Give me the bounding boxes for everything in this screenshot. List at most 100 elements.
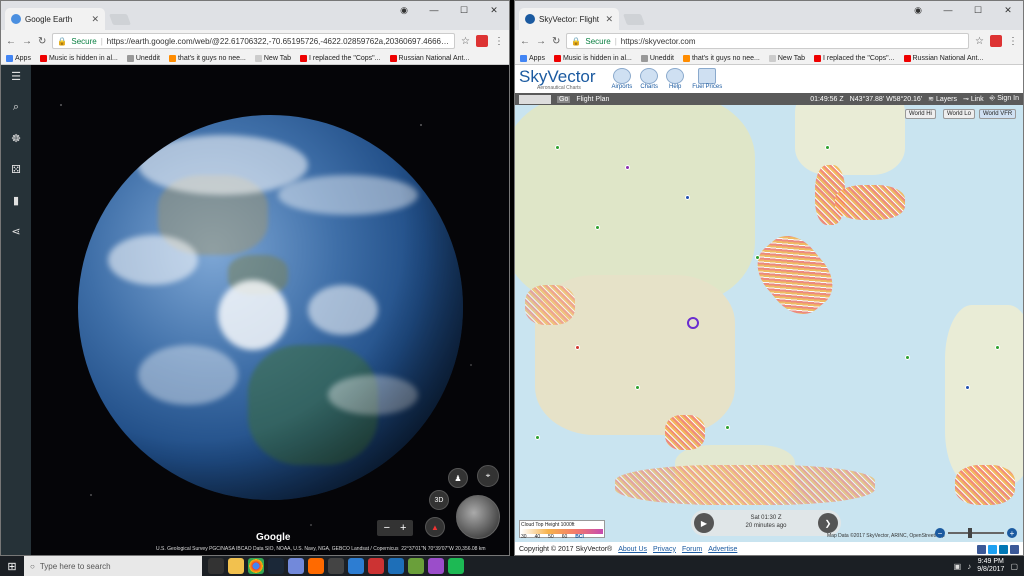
notifications-icon[interactable]: ▢ — [1010, 562, 1018, 571]
bookmark-item[interactable]: Music is hidden in al... — [39, 54, 118, 62]
locate-me-button[interactable]: ⌖ — [477, 465, 499, 487]
facebook-icon[interactable] — [977, 544, 986, 554]
sign-in-button[interactable]: ⎆ Sign In — [990, 95, 1019, 103]
3d-toggle-button[interactable]: 3D — [429, 490, 449, 510]
new-tab-button[interactable] — [622, 14, 646, 25]
chrome-icon[interactable] — [248, 558, 264, 574]
volume-icon[interactable]: ♪ — [967, 562, 971, 571]
bookmark-item[interactable]: that's it guys no nee... — [682, 54, 760, 62]
feeling-lucky-dice-icon[interactable]: ⚄ — [11, 163, 21, 176]
forward-icon[interactable]: → — [536, 36, 546, 47]
nav-help[interactable]: Help — [666, 68, 685, 90]
clock[interactable]: 9:49 PM 9/8/2017 — [977, 558, 1004, 575]
bookmark-item[interactable]: I replaced the "Cops"... — [813, 54, 895, 62]
airport-marker[interactable] — [555, 145, 560, 150]
advertise-link[interactable]: Advertise — [708, 546, 737, 553]
back-icon[interactable]: ← — [6, 36, 16, 47]
forward-icon[interactable]: → — [22, 36, 32, 47]
airport-marker[interactable] — [685, 195, 690, 200]
bookmark-item[interactable]: Russian National Ant... — [903, 54, 983, 62]
steam-icon[interactable] — [268, 558, 284, 574]
bookmark-item[interactable]: New Tab — [768, 54, 805, 62]
reload-icon[interactable]: ↻ — [38, 36, 46, 47]
bookmark-item[interactable]: I replaced the "Cops"... — [299, 54, 381, 62]
my-places-bookmark-icon[interactable]: ▮ — [13, 194, 19, 207]
bookmark-item[interactable]: Russian National Ant... — [389, 54, 469, 62]
menu-icon[interactable]: ⋮ — [1008, 36, 1018, 47]
extension-icon[interactable] — [476, 35, 488, 47]
close-tab-icon[interactable]: ✕ — [91, 14, 99, 25]
layers-button[interactable]: ≋ Layers — [928, 95, 957, 103]
airport-marker[interactable] — [635, 385, 640, 390]
link-button[interactable]: ⊸ Link — [963, 95, 984, 103]
airport-marker[interactable] — [995, 345, 1000, 350]
airport-marker[interactable] — [965, 385, 970, 390]
minimize-button[interactable]: — — [933, 1, 963, 19]
new-tab-button[interactable] — [108, 14, 132, 25]
tab-google-earth[interactable]: Google Earth ✕ — [5, 8, 105, 30]
app-icon[interactable] — [428, 558, 444, 574]
bookmark-item[interactable]: Uneddit — [126, 54, 160, 62]
discord-icon[interactable] — [288, 558, 304, 574]
app-icon[interactable] — [388, 558, 404, 574]
flight-plan-input[interactable] — [519, 94, 551, 104]
star-icon[interactable]: ☆ — [975, 36, 984, 47]
zoom-out-button[interactable]: − — [384, 522, 390, 534]
forum-link[interactable]: Forum — [682, 546, 702, 553]
star-icon[interactable]: ☆ — [461, 36, 470, 47]
menu-icon[interactable]: ☰ — [11, 70, 21, 83]
share-icon[interactable] — [1010, 544, 1019, 554]
zoom-in-button[interactable]: + — [1007, 528, 1017, 538]
maximize-button[interactable]: ☐ — [963, 1, 993, 19]
zoom-in-button[interactable]: + — [400, 522, 406, 534]
chart-world-vfr-button[interactable]: World VFR — [979, 109, 1017, 119]
about-us-link[interactable]: About Us — [618, 546, 647, 553]
user-icon[interactable]: ◉ — [389, 1, 419, 19]
linkedin-icon[interactable] — [999, 544, 1008, 554]
airport-marker[interactable] — [825, 145, 830, 150]
app-icon[interactable] — [348, 558, 364, 574]
bookmark-apps[interactable]: Apps — [6, 54, 31, 62]
user-icon[interactable]: ◉ — [903, 1, 933, 19]
minecraft-icon[interactable] — [408, 558, 424, 574]
skyvector-logo[interactable]: SkyVector Aeronautical Charts — [519, 68, 596, 91]
close-tab-icon[interactable]: ✕ — [605, 14, 613, 25]
compass-icon[interactable]: ▲ — [425, 517, 445, 537]
close-window-button[interactable]: ✕ — [479, 1, 509, 19]
airport-marker[interactable] — [755, 255, 760, 260]
bookmark-item[interactable]: that's it guys no nee... — [168, 54, 246, 62]
tab-skyvector[interactable]: SkyVector: Flight Planning... ✕ — [519, 8, 619, 30]
bookmark-item[interactable]: New Tab — [254, 54, 291, 62]
pegman-icon[interactable]: ♟ — [448, 468, 468, 488]
zoom-thumb[interactable] — [967, 528, 972, 538]
close-window-button[interactable]: ✕ — [993, 1, 1023, 19]
nav-airports[interactable]: Airports — [612, 68, 632, 90]
airport-marker[interactable] — [687, 317, 699, 329]
twitter-icon[interactable] — [988, 544, 997, 554]
privacy-link[interactable]: Privacy — [653, 546, 676, 553]
next-frame-button[interactable]: ❯ — [818, 513, 838, 533]
app-icon[interactable] — [308, 558, 324, 574]
nav-charts[interactable]: Charts — [640, 68, 659, 90]
task-view-icon[interactable] — [208, 558, 224, 574]
bookmark-apps[interactable]: Apps — [520, 54, 545, 62]
nav-fuel-prices[interactable]: Fuel Prices — [692, 68, 722, 90]
search-icon[interactable]: ⌕ — [13, 101, 19, 114]
sectional-map[interactable]: World Hi World Lo World VFR Cloud Top He… — [515, 105, 1023, 542]
airport-marker[interactable] — [625, 165, 630, 170]
network-icon[interactable]: ▣ — [954, 562, 962, 571]
voyager-icon[interactable]: ☸ — [11, 132, 21, 145]
play-button[interactable]: ▶ — [694, 513, 714, 533]
file-explorer-icon[interactable] — [228, 558, 244, 574]
address-bar[interactable]: 🔒 Secure | https://earth.google.com/web/… — [52, 33, 456, 49]
minimize-button[interactable]: — — [419, 1, 449, 19]
chart-world-lo-button[interactable]: World Lo — [943, 109, 975, 119]
windows-start-icon[interactable]: ⊞ — [0, 556, 24, 576]
airport-marker[interactable] — [575, 345, 580, 350]
app-icon[interactable] — [368, 558, 384, 574]
maximize-button[interactable]: ☐ — [449, 1, 479, 19]
airport-marker[interactable] — [595, 225, 600, 230]
zoom-track[interactable] — [948, 528, 1004, 538]
reload-icon[interactable]: ↻ — [552, 36, 560, 47]
app-icon[interactable] — [328, 558, 344, 574]
